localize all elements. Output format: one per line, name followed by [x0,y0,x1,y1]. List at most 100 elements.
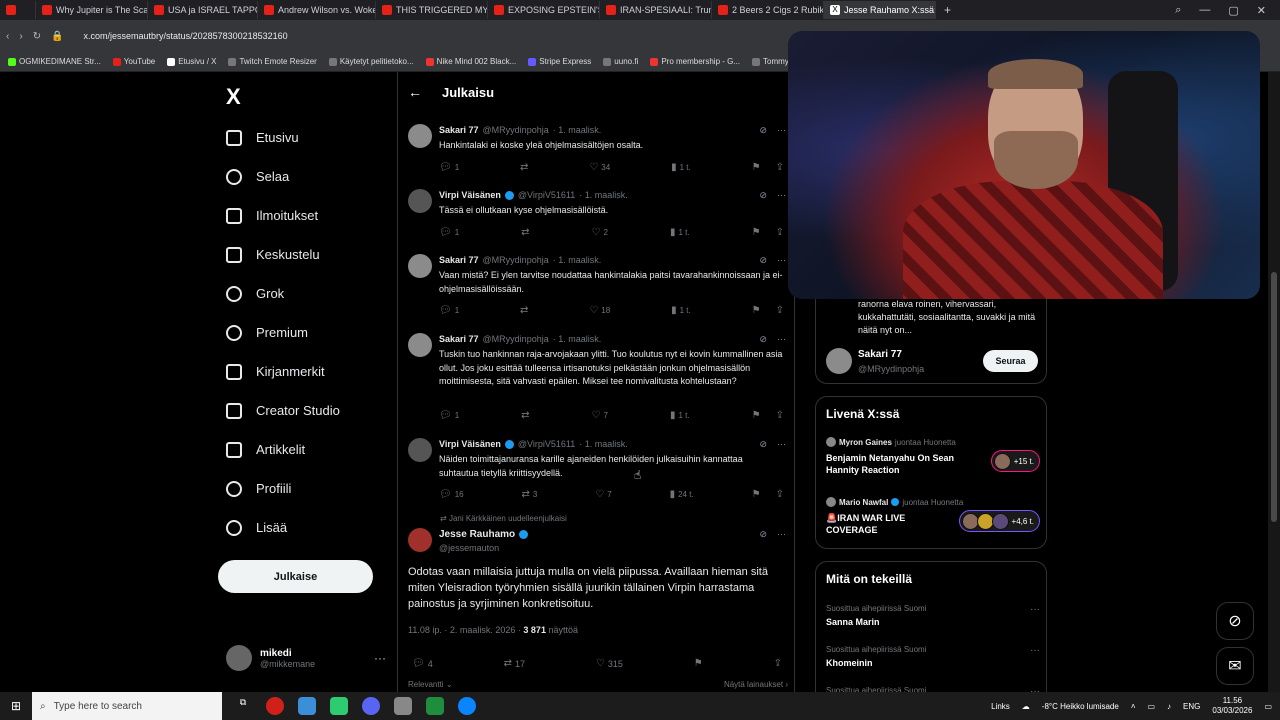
browser-tab[interactable]: 2 Beers 2 Cigs 2 Rubiks Cu [712,1,824,19]
reply-button[interactable]: 💬︎ 16 [439,489,464,500]
like-button[interactable]: ♡ 7 [595,489,611,500]
maximize-icon[interactable]: ▢ [1228,4,1238,17]
url-field[interactable]: x.com/jessemautbry/status/20285783002185… [84,31,288,41]
grok-icon[interactable]: ⊘ [759,190,767,201]
nav-item-grok[interactable]: Grok [226,274,340,313]
grok-icon[interactable]: ⊘ [759,529,767,540]
media-icon[interactable] [426,697,444,715]
reply-button[interactable]: 💬︎ 1 [439,227,459,238]
bookmark-item[interactable]: Stripe Express [528,57,591,66]
bookmark-button[interactable]: ⚑ ⇪ [752,162,784,173]
views-button[interactable]: ▮ 1 t. [670,410,690,421]
nav-item-notifications[interactable]: Ilmoitukset [226,196,340,235]
more-options-icon[interactable]: ··· [777,529,786,540]
links-toolbar[interactable]: Links [991,702,1010,711]
close-window-icon[interactable]: ✕ [1257,4,1266,17]
chevron-up-icon[interactable]: ˄ [1131,702,1136,711]
bookmark-item[interactable]: Twitch Emote Resizer [228,57,317,66]
listeners-pill[interactable]: +15 t. [990,450,1040,472]
browser-tab[interactable]: THIS TRIGGERED MY BIGG [376,1,488,19]
bookmark-item[interactable]: YouTube [112,57,155,66]
bookmark-item[interactable]: Nike Mind 002 Black... [425,57,516,66]
nav-item-bookmarks[interactable]: Kirjanmerkit [226,352,340,391]
sort-dropdown[interactable]: Relevantti ⌄ [408,680,453,689]
bookmark-item[interactable]: OGMIKEDIMANE Str... [8,57,101,66]
notification-icon[interactable]: ▭ [1264,702,1272,711]
listeners-pill[interactable]: +4,6 t. [958,510,1040,532]
account-switcher[interactable]: mikedi @mikkemane ··· [226,645,386,671]
share-icon[interactable]: ⇪ [776,410,784,421]
bookmark-button[interactable]: ⚑ ⇪ [752,489,784,500]
nav-item-creator-studio[interactable]: Creator Studio [226,391,340,430]
reply-button[interactable]: 💬︎ 1 [439,305,459,316]
lock-icon[interactable]: 🔒 [51,31,63,42]
post-button[interactable]: Julkaise [218,560,373,593]
weather-widget[interactable]: -8°C Heikko lumisade [1042,702,1119,711]
x-logo[interactable]: X [226,84,241,110]
repost-button[interactable]: ⇄ [520,305,528,316]
bookmark-item[interactable]: Käytetyt pelitietoko... [328,57,414,66]
show-quotes-link[interactable]: Näytä lainaukset › [724,680,788,689]
windows-start-icon[interactable]: ⊞ [0,692,32,720]
browser-tab[interactable]: Why Jupiter is The Scariest [36,1,148,19]
new-tab-button[interactable]: + [936,3,959,17]
nav-item-articles[interactable]: Artikkelit [226,430,340,469]
author-name[interactable]: Sakari 77 [439,334,479,344]
like-button[interactable]: ♡ 7 [592,410,608,421]
task-view-icon[interactable]: ⧉ [234,697,252,715]
nav-item-home[interactable]: Etusivu [226,118,340,157]
browser-tab[interactable]: Andrew Wilson vs. Woke [258,1,376,19]
bookmark-item[interactable]: Pro membership - G... [650,57,740,66]
author-name[interactable]: Jesse Rauhamo [439,529,515,540]
reply-tweet[interactable]: Sakari 77 @MRyydinpohja · 1. maalisk. ⊘ ··· … [408,333,786,421]
like-button[interactable]: ♡ 34 [589,162,610,173]
repost-button[interactable]: ⇄ 17 [504,658,525,669]
scrollbar-thumb[interactable] [1271,272,1277,522]
minimize-icon[interactable]: — [1199,4,1210,17]
grok-icon[interactable]: ⊘ [759,439,767,450]
live-space-item[interactable]: Mario Nawfal juontaa Huonetta 🚨IRAN WAR L… [826,497,1040,536]
bookmark-button[interactable]: ⚑ ⇪ [752,227,784,238]
author-name[interactable]: Sakari 77 [439,255,479,265]
like-button[interactable]: ♡ 315 [596,658,623,669]
back-arrow-icon[interactable]: ← [408,84,422,100]
back-nav-icon[interactable]: ‹ [6,31,9,42]
reply-tweet[interactable]: Sakari 77 @MRyydinpohja · 1. maalisk. ⊘ ··· … [408,124,786,173]
share-icon[interactable]: ⇪ [776,227,784,238]
views-button[interactable]: ▮ 1 t. [671,305,691,316]
reply-tweet[interactable]: Virpi Väisänen @VirpiV51611 · 1. maalisk. ⊘… [408,189,786,238]
app-icon[interactable] [394,697,412,715]
repost-button[interactable]: ⇄ [521,227,529,238]
more-options-icon[interactable]: ··· [1030,604,1040,615]
share-icon[interactable]: ⇪ [776,162,784,173]
follow-button[interactable]: Seuraa [983,350,1038,372]
more-options-icon[interactable]: ··· [1030,645,1040,656]
trend-item[interactable]: Suosittua aihepiirissä Suomi Khomeinin ·… [826,645,1040,668]
forward-nav-icon[interactable]: › [19,31,22,42]
nav-item-more[interactable]: Lisää [226,508,340,547]
volume-icon[interactable]: ♪ [1167,702,1171,711]
bookmark-button[interactable]: ⚑ ⇪ [752,305,784,316]
nav-item-profile[interactable]: Profiili [226,469,340,508]
repost-button[interactable]: ⇄ [520,162,528,173]
edge-icon[interactable] [458,697,476,715]
weather-icon[interactable]: ☁ [1022,702,1030,711]
reload-icon[interactable]: ↻ [33,31,41,42]
opera-menu-button[interactable] [0,1,36,19]
avatar[interactable] [826,348,852,374]
reply-button[interactable]: 💬︎ 1 [439,410,459,421]
more-options-icon[interactable]: ··· [777,255,786,266]
search-tabs-icon[interactable]: ⌕ [1175,4,1181,17]
more-options-icon[interactable]: ··· [777,439,786,450]
more-options-icon[interactable]: ··· [777,125,786,136]
trend-item[interactable]: Suosittua aihepiirissä Suomi Sanna Marin… [826,604,1040,627]
avatar[interactable] [408,528,432,552]
discord-icon[interactable] [362,697,380,715]
browser-tab[interactable]: IRAN-SPESIAALI: Trumpin [600,1,712,19]
repost-button[interactable]: ⇄ 3 [522,489,538,500]
more-options-icon[interactable]: ··· [777,190,786,201]
language-indicator[interactable]: ENG [1183,702,1200,711]
author-name[interactable]: Sakari 77 [439,125,479,135]
grok-icon[interactable]: ⊘ [759,125,767,136]
bookmark-item[interactable]: Etusivu / X [167,57,216,66]
